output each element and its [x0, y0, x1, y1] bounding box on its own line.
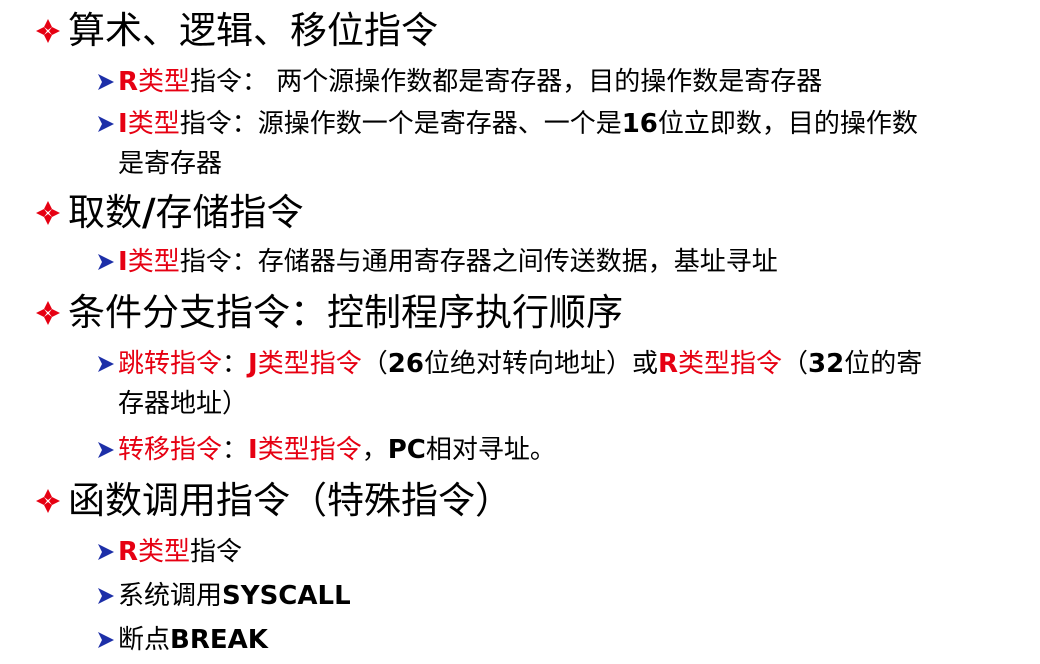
section-heading-load-store: 取数/存储指令: [34, 190, 304, 236]
list-item-syscall: 系统调用SYSCALL: [96, 576, 1016, 616]
diamond-bullet-icon: [36, 489, 60, 513]
branch-label: 转移指令: [118, 435, 223, 465]
type-suffix: 类型: [127, 109, 180, 139]
section-title: 函数调用指令（特殊指令）: [68, 479, 512, 522]
list-item-i-type-memory: I类型指令：存储器与通用寄存器之间传送数据，基址寻址: [96, 242, 1016, 282]
item-text: 相对寻址。: [425, 435, 556, 465]
comma: ，: [361, 435, 388, 465]
immediate-bits: 16: [621, 109, 658, 139]
paren-text: 位的寄: [844, 349, 923, 379]
item-text-continuation: 存器地址）: [118, 389, 249, 419]
arrow-bullet-icon: [98, 442, 114, 458]
slide: 算术、逻辑、移位指令 R类型指令： 两个源操作数都是寄存器，目的操作数是寄存器 …: [0, 0, 1040, 664]
item-text: 指令: [190, 537, 243, 567]
section-heading-function-call: 函数调用指令（特殊指令）: [34, 478, 512, 524]
arrow-bullet-icon: [98, 632, 114, 648]
break-keyword: BREAK: [170, 625, 268, 655]
type-suffix: 类型: [138, 537, 191, 567]
list-item-r-type: R类型指令： 两个源操作数都是寄存器，目的操作数是寄存器: [96, 62, 1016, 102]
diamond-bullet-icon: [36, 201, 60, 225]
type-label: R: [118, 537, 139, 567]
section-title: 算术、逻辑、移位指令: [68, 9, 438, 52]
item-text-continuation: 是寄存器: [118, 149, 223, 179]
item-text: 指令： 两个源操作数都是寄存器，目的操作数是寄存器: [190, 67, 823, 97]
type-label: I: [118, 109, 128, 139]
title-part-a: 取数: [68, 191, 142, 234]
paren-text: 位绝对转向地址）或: [423, 349, 658, 379]
item-text: 指令：存储器与通用寄存器之间传送数据，基址寻址: [179, 247, 778, 277]
jump-label: 跳转指令: [118, 349, 223, 379]
title-slash: /: [142, 191, 156, 234]
r-type-suffix: 类型指令: [677, 349, 782, 379]
paren-open: （: [361, 349, 388, 379]
syscall-keyword: SYSCALL: [222, 581, 351, 611]
item-text-part1: 指令：源操作数一个是寄存器、一个是: [179, 109, 622, 139]
section-title: 条件分支指令：控制程序执行顺序: [68, 291, 623, 334]
title-part-b: 存储指令: [155, 191, 304, 234]
list-item-r-type-call: R类型指令: [96, 532, 1016, 572]
section-title: 取数/存储指令: [68, 190, 304, 236]
paren-open: （: [782, 349, 809, 379]
item-text: 系统调用: [118, 581, 223, 611]
i-type-suffix: 类型指令: [257, 435, 362, 465]
diamond-bullet-icon: [36, 19, 60, 43]
register-address-bits: 32: [808, 349, 845, 379]
section-heading-branch: 条件分支指令：控制程序执行顺序: [34, 290, 623, 336]
section-heading-arith-logic-shift: 算术、逻辑、移位指令: [34, 8, 438, 54]
type-label: I: [118, 247, 128, 277]
i-type-label: I: [248, 435, 258, 465]
type-suffix: 类型: [138, 67, 191, 97]
list-item-break: 断点BREAK: [96, 620, 1016, 660]
type-label: R: [118, 67, 139, 97]
item-text: 断点: [118, 625, 171, 655]
list-item-i-type-immediate: I类型指令：源操作数一个是寄存器、一个是16位立即数，目的操作数 是寄存器: [96, 104, 1016, 184]
arrow-bullet-icon: [98, 116, 114, 132]
list-item-branch: 转移指令：I类型指令，PC相对寻址。: [96, 430, 1016, 470]
j-type-suffix: 类型指令: [257, 349, 362, 379]
diamond-bullet-icon: [36, 301, 60, 325]
j-type-label: J: [248, 349, 258, 379]
colon: ：: [222, 349, 249, 379]
arrow-bullet-icon: [98, 74, 114, 90]
item-text-part2: 位立即数，目的操作数: [657, 109, 918, 139]
colon: ：: [222, 435, 249, 465]
arrow-bullet-icon: [98, 544, 114, 560]
list-item-jump: 跳转指令：J类型指令（26位绝对转向地址）或R类型指令（32位的寄 存器地址）: [96, 344, 1016, 424]
arrow-bullet-icon: [98, 588, 114, 604]
pc-label: PC: [387, 435, 426, 465]
arrow-bullet-icon: [98, 254, 114, 270]
r-type-label: R: [657, 349, 678, 379]
abs-address-bits: 26: [387, 349, 424, 379]
type-suffix: 类型: [127, 247, 180, 277]
arrow-bullet-icon: [98, 356, 114, 372]
